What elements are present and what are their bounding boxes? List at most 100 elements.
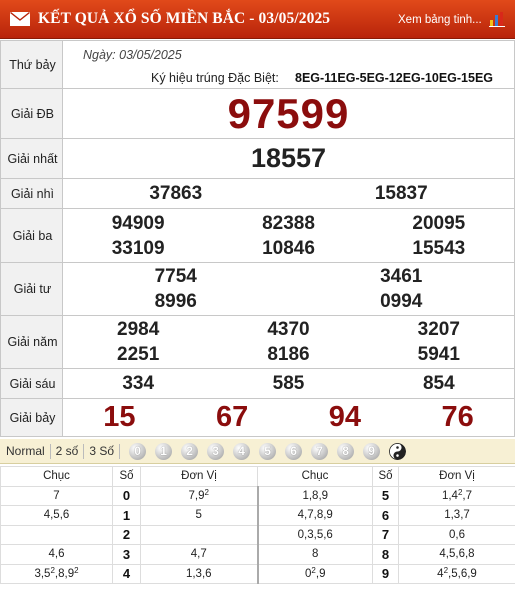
prize-row-first: Giải nhất 18557 bbox=[0, 138, 515, 179]
loto-col-header: Đơn Vị bbox=[140, 466, 258, 487]
loto-head-digit: 7 bbox=[372, 524, 399, 545]
loto-tens: 1,8,9 bbox=[257, 485, 373, 506]
loto-units: 4,7 bbox=[140, 544, 259, 565]
loto-tens: 7 bbox=[0, 485, 113, 506]
loto-header-row: Chục Số Đơn Vị Chục Số Đơn Vị bbox=[0, 466, 515, 487]
loto-head-digit: 9 bbox=[372, 563, 399, 584]
loto-head-digit: 5 bbox=[372, 485, 399, 506]
loto-units: 0,6 bbox=[398, 524, 515, 545]
loto-units: 5 bbox=[140, 505, 259, 526]
special-code-value: 8EG-11EG-5EG-12EG-10EG-15EG bbox=[295, 71, 494, 85]
prize-label: Giải sáu bbox=[0, 368, 63, 399]
prize-number: 2251 bbox=[117, 344, 160, 365]
meta-row: Thứ bảy Ngày: 03/05/2025 Ký hiệu trúng Đ… bbox=[0, 40, 515, 89]
loto-tens: 4,6 bbox=[0, 544, 113, 565]
prize-number: 854 bbox=[422, 373, 455, 394]
special-prize-number: 97599 bbox=[227, 89, 350, 137]
view-table-link[interactable]: Xem bảng tinh... bbox=[398, 14, 482, 26]
loto-table: Chục Số Đơn Vị Chục Số Đơn Vị 7 0 7,92 1,8,… bbox=[0, 466, 515, 584]
prize-number: 94909 bbox=[111, 212, 165, 234]
prize-number: 0994 bbox=[380, 291, 423, 312]
prize-row-db: Giải ĐB 97599 bbox=[0, 88, 515, 139]
loto-units: 7,92 bbox=[140, 485, 259, 506]
prize-row-fifth: Giải năm 2984 4370 3207 2251 8186 5941 bbox=[0, 315, 515, 369]
bar-chart-icon[interactable] bbox=[489, 11, 505, 27]
filter-3-digit-button[interactable]: 3 Số bbox=[84, 443, 121, 459]
loto-head-digit: 2 bbox=[112, 524, 141, 545]
results-header: KẾT QUẢ XỔ SỐ MIỀN BẮC - 03/05/2025 Xem … bbox=[0, 0, 515, 39]
loto-tens: 02,9 bbox=[257, 563, 373, 584]
loto-head-digit: 8 bbox=[372, 544, 399, 565]
prize-number: 15837 bbox=[374, 183, 428, 204]
prize-number: 334 bbox=[122, 373, 155, 394]
loto-tens bbox=[0, 524, 113, 545]
prize-number: 3207 bbox=[417, 319, 460, 340]
prize-number: 5941 bbox=[417, 344, 460, 365]
prize-number: 67 bbox=[215, 401, 249, 433]
loto-units: 4,5,6,8 bbox=[398, 544, 515, 565]
results-table: Thứ bảy Ngày: 03/05/2025 Ký hiệu trúng Đ… bbox=[0, 40, 515, 437]
prize-number: 20095 bbox=[412, 212, 466, 234]
filter-2-digit-button[interactable]: 2 số bbox=[51, 443, 85, 459]
prize-number: 15543 bbox=[412, 237, 466, 259]
yin-yang-icon[interactable] bbox=[389, 442, 407, 460]
digit-7-button[interactable]: 7 bbox=[311, 442, 329, 460]
loto-tens: 3,52,8,92 bbox=[0, 563, 113, 584]
mail-icon bbox=[10, 12, 30, 26]
prize-number: 15 bbox=[103, 401, 136, 433]
loto-row: 4,6 3 4,7 8 8 4,5,6,8 bbox=[0, 544, 515, 565]
loto-units: 42,5,6,9 bbox=[398, 563, 515, 584]
prize-label: Giải ĐB bbox=[0, 88, 63, 139]
digit-8-button[interactable]: 8 bbox=[337, 442, 355, 460]
loto-row: 7 0 7,92 1,8,9 5 1,42,7 bbox=[0, 485, 515, 506]
loto-units: 1,42,7 bbox=[398, 485, 515, 506]
loto-head-digit: 3 bbox=[112, 544, 141, 565]
loto-row: 4,5,6 1 5 4,7,8,9 6 1,3,7 bbox=[0, 505, 515, 526]
filter-normal-button[interactable]: Normal bbox=[0, 443, 51, 459]
day-label: Thứ bảy bbox=[0, 40, 63, 89]
prize-number: 76 bbox=[441, 401, 474, 433]
digit-2-button[interactable]: 2 bbox=[181, 442, 199, 460]
prize-number: 33109 bbox=[111, 237, 165, 259]
loto-col-header: Số bbox=[372, 466, 399, 487]
digit-0-button[interactable]: 0 bbox=[129, 442, 147, 460]
prize-number: 10846 bbox=[262, 237, 315, 259]
loto-tens: 8 bbox=[257, 544, 373, 565]
prize-label: Giải tư bbox=[0, 262, 63, 316]
prize-row-fourth: Giải tư 7754 3461 8996 0994 bbox=[0, 262, 515, 316]
loto-units: 1,3,7 bbox=[398, 505, 515, 526]
loto-row: 2 0,3,5,6 7 0,6 bbox=[0, 524, 515, 545]
prize-number: 37863 bbox=[149, 183, 203, 204]
digit-5-button[interactable]: 5 bbox=[259, 442, 277, 460]
loto-tens: 0,3,5,6 bbox=[257, 524, 373, 545]
prize-number: 8996 bbox=[154, 291, 197, 312]
draw-date: Ngày: 03/05/2025 bbox=[83, 48, 182, 62]
digit-4-button[interactable]: 4 bbox=[233, 442, 251, 460]
loto-row: 3,52,8,92 4 1,3,6 02,9 9 42,5,6,9 bbox=[0, 563, 515, 584]
digit-highlight-buttons: 0 1 2 3 4 5 6 7 8 9 bbox=[129, 442, 407, 460]
header-title: KẾT QUẢ XỔ SỐ MIỀN BẮC - 03/05/2025 bbox=[38, 10, 331, 27]
prize-row-seventh: Giải bảy 15 67 94 76 bbox=[0, 398, 515, 437]
loto-col-header: Số bbox=[112, 466, 141, 487]
prize-label: Giải bảy bbox=[0, 398, 63, 437]
loto-head-digit: 1 bbox=[112, 505, 141, 526]
prize-row-third: Giải ba 94909 82388 20095 33109 10846 15… bbox=[0, 208, 515, 263]
prize-row-sixth: Giải sáu 334 585 854 bbox=[0, 368, 515, 399]
loto-head-digit: 6 bbox=[372, 505, 399, 526]
loto-units bbox=[140, 524, 259, 545]
loto-units: 1,3,6 bbox=[140, 563, 259, 584]
loto-tens: 4,5,6 bbox=[0, 505, 113, 526]
prize-label: Giải nhì bbox=[0, 178, 63, 209]
digit-3-button[interactable]: 3 bbox=[207, 442, 225, 460]
prize-number: 18557 bbox=[250, 143, 327, 173]
digit-6-button[interactable]: 6 bbox=[285, 442, 303, 460]
digit-filter-bar: Normal 2 số 3 Số 0 1 2 3 4 5 6 7 8 9 bbox=[0, 439, 515, 464]
digit-1-button[interactable]: 1 bbox=[155, 442, 173, 460]
loto-col-header: Chục bbox=[257, 466, 373, 487]
prize-number: 94 bbox=[328, 401, 361, 433]
digit-9-button[interactable]: 9 bbox=[363, 442, 381, 460]
prize-row-second: Giải nhì 37863 15837 bbox=[0, 178, 515, 209]
prize-number: 82388 bbox=[262, 212, 315, 234]
prize-label: Giải nhất bbox=[0, 138, 63, 179]
loto-col-header: Đơn Vị bbox=[398, 466, 515, 487]
